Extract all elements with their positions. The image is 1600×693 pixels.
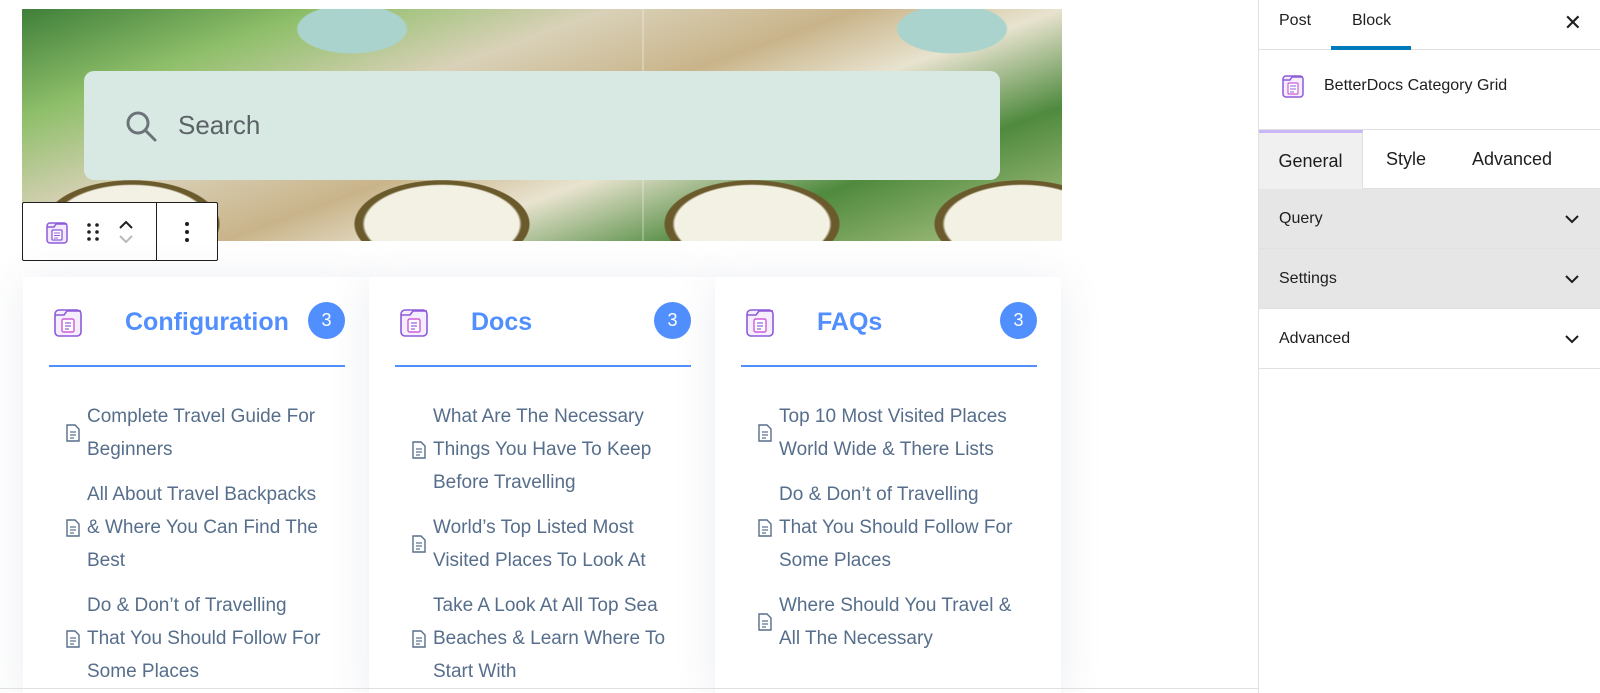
chevron-down-icon	[1565, 334, 1579, 343]
category-folder-icon	[46, 221, 68, 244]
doc-link[interactable]: Complete Travel Guide For Beginners	[87, 400, 327, 466]
list-item: World’s Top Listed Most Visited Places T…	[395, 511, 691, 577]
document-icon	[66, 629, 80, 648]
category-folder-icon	[746, 309, 774, 337]
category-folder-icon	[1282, 75, 1304, 98]
chevron-down-icon	[1565, 274, 1579, 283]
drag-handle[interactable]	[75, 203, 111, 260]
category-folder-icon	[54, 309, 82, 337]
category-card-docs: Docs 3 What Are The Necessary Things You…	[369, 277, 715, 693]
panel-settings[interactable]: Settings	[1259, 249, 1600, 309]
list-item: What Are The Necessary Things You Have T…	[395, 400, 691, 499]
doc-list: Complete Travel Guide For Beginners All …	[49, 400, 345, 693]
more-vertical-icon	[185, 221, 189, 242]
search-icon	[126, 111, 157, 141]
tab-advanced[interactable]: Advanced	[1449, 130, 1575, 189]
doc-link[interactable]: All About Travel Backpacks & Where You C…	[87, 478, 327, 577]
panel-query[interactable]: Query	[1259, 189, 1600, 249]
tab-post[interactable]: Post	[1279, 12, 1311, 30]
close-icon[interactable]: ✕	[1564, 10, 1582, 36]
sidebar-tabs: Post Block ✕	[1259, 0, 1600, 50]
doc-link[interactable]: Top 10 Most Visited Places World Wide & …	[779, 400, 1019, 466]
doc-link[interactable]: Do & Don’t of Travelling That You Should…	[87, 589, 327, 688]
panel-title: Query	[1279, 209, 1323, 227]
block-type-button[interactable]	[39, 203, 75, 260]
category-count-badge: 3	[308, 302, 345, 339]
category-title[interactable]: Docs	[471, 308, 532, 337]
document-icon	[412, 629, 426, 648]
doc-link[interactable]: World’s Top Listed Most Visited Places T…	[433, 511, 673, 577]
panel-advanced[interactable]: Advanced	[1259, 309, 1600, 369]
doc-list: What Are The Necessary Things You Have T…	[395, 400, 691, 693]
move-up-button[interactable]	[117, 218, 135, 232]
drag-handle-icon	[87, 222, 99, 241]
category-folder-icon	[400, 309, 428, 337]
chevron-down-icon	[1565, 214, 1579, 223]
doc-link[interactable]: Take A Look At All Top Sea Beaches & Lea…	[433, 589, 673, 688]
list-item: Top 10 Most Visited Places World Wide & …	[741, 400, 1037, 466]
doc-list: Top 10 Most Visited Places World Wide & …	[741, 400, 1037, 667]
document-icon	[412, 535, 426, 553]
category-card-configuration: Configuration 3 Complete Travel Guide Fo…	[23, 277, 369, 693]
document-icon	[758, 424, 772, 442]
block-card: BetterDocs Category Grid	[1259, 50, 1600, 130]
doc-link[interactable]: What Are The Necessary Things You Have T…	[433, 400, 673, 499]
list-item: Do & Don’t of Travelling That You Should…	[741, 478, 1037, 577]
category-card-faqs: FAQs 3 Top 10 Most Visited Places World …	[715, 277, 1061, 693]
search-input[interactable]: Search	[84, 71, 1000, 180]
settings-sidebar: Post Block ✕ BetterDocs Category Grid Ge…	[1258, 0, 1600, 693]
panel-title: Settings	[1279, 269, 1337, 287]
list-item: Take A Look At All Top Sea Beaches & Lea…	[395, 589, 691, 688]
list-item: Complete Travel Guide For Beginners	[49, 400, 345, 466]
editor-canvas: Search Configuration 3 Complete Travel G…	[0, 0, 1258, 693]
category-title[interactable]: FAQs	[817, 308, 882, 337]
document-icon	[66, 424, 80, 442]
document-icon	[412, 440, 426, 459]
search-placeholder: Search	[178, 110, 261, 140]
block-title: BetterDocs Category Grid	[1324, 77, 1508, 94]
document-icon	[758, 613, 772, 631]
doc-link[interactable]: Where Should You Travel & All The Necess…	[779, 589, 1019, 655]
list-item: Where Should You Travel & All The Necess…	[741, 589, 1037, 655]
block-inner-tabs: General Style Advanced	[1259, 130, 1600, 189]
tab-block[interactable]: Block	[1352, 12, 1391, 30]
category-count-badge: 3	[654, 302, 691, 339]
list-item: Do & Don’t of Travelling That You Should…	[49, 589, 345, 688]
block-movers	[111, 203, 141, 260]
category-title[interactable]: Configuration	[125, 308, 289, 337]
more-options-button[interactable]	[169, 203, 205, 260]
doc-link[interactable]: Do & Don’t of Travelling That You Should…	[779, 478, 1019, 577]
list-item: All About Travel Backpacks & Where You C…	[49, 478, 345, 577]
panel-title: Advanced	[1279, 329, 1351, 347]
tab-style[interactable]: Style	[1363, 130, 1449, 189]
document-icon	[758, 518, 772, 537]
category-count-badge: 3	[1000, 302, 1037, 339]
tab-general[interactable]: General	[1259, 130, 1363, 189]
move-down-button[interactable]	[117, 232, 135, 246]
document-icon	[66, 518, 80, 537]
block-toolbar	[22, 202, 218, 261]
